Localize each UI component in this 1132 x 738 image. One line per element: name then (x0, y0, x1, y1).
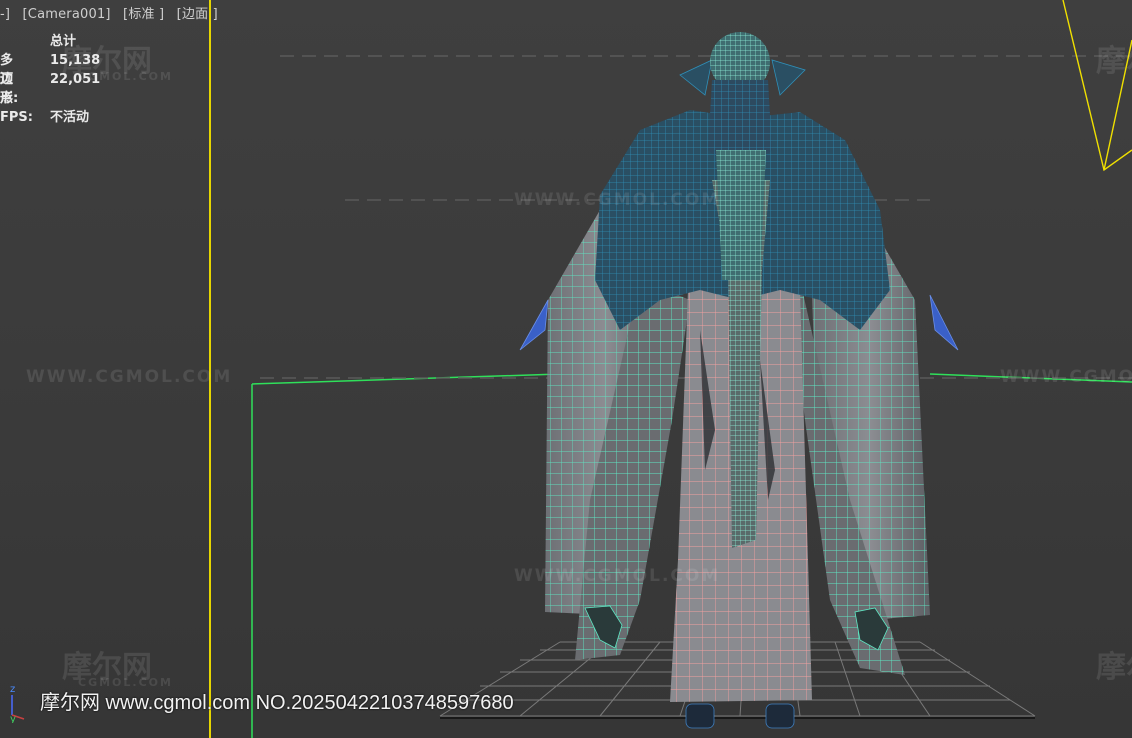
stats-polygons-value: 15,138 (50, 53, 101, 68)
viewport-camera[interactable]: 摩尔网 CGMOL.COM 摩尔网 WWW.CGMOL.COM WWW.CGMO… (0, 0, 1132, 738)
viewport-menu-shading-edges[interactable]: [边面 ] (177, 7, 218, 22)
footer-credit: 摩尔网 www.cgmol.com NO.2025042210374859768… (40, 692, 514, 714)
viewport-menu-camera[interactable]: [Camera001] (23, 7, 111, 22)
stats-header: 总计 (50, 34, 77, 49)
stats-fps-label: FPS: (0, 110, 33, 125)
stats-vertices-label: 顶点: (0, 72, 19, 106)
character-model (519, 32, 959, 729)
viewport-menu-shading-standard[interactable]: [标准 ] (123, 7, 164, 22)
camera-frustum (1062, 0, 1132, 172)
axis-y-label: y (10, 714, 16, 723)
axis-z-label: z (10, 684, 15, 695)
viewport-label-menu: -] [Camera001] [标准 ] [边面 ] (0, 3, 226, 22)
viewport-menu-general[interactable]: -] (0, 7, 10, 22)
stats-fps-value: 不活动 (50, 110, 90, 125)
stats-vertices-value: 22,051 (50, 72, 101, 87)
scene-render[interactable] (0, 0, 1132, 738)
axis-gizmo-icon: z y (10, 684, 25, 723)
